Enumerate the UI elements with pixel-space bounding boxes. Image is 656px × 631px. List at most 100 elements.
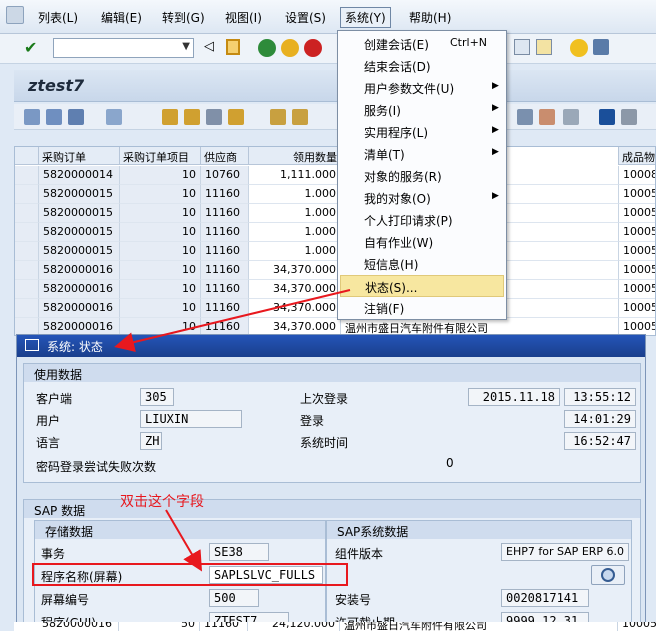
table-cell[interactable]: 50 — [119, 622, 200, 631]
table-cell[interactable]: 10 — [120, 223, 201, 242]
row-selector[interactable] — [15, 299, 39, 318]
table-cell[interactable]: 11160 — [201, 185, 249, 204]
column-header[interactable]: 供应商 — [201, 147, 249, 165]
subtotal-icon[interactable] — [292, 109, 308, 125]
menu-item[interactable]: 注销(F) — [340, 297, 504, 319]
table-cell[interactable]: 11160 — [201, 261, 249, 280]
menu-goto[interactable]: 转到(G) — [162, 9, 205, 26]
row-selector[interactable] — [15, 204, 39, 223]
row-selector[interactable] — [15, 166, 39, 185]
table-cell[interactable]: 10 — [120, 261, 201, 280]
table-cell[interactable]: 5820000016 — [38, 622, 119, 631]
table-cell[interactable]: 34,370.000 — [249, 299, 341, 318]
table-cell[interactable]: 5820000015 — [39, 223, 120, 242]
install-field[interactable]: 0020817141 — [501, 589, 589, 607]
menu-item[interactable]: 创建会话(E) Ctrl+N — [340, 33, 504, 55]
menu-view[interactable]: 视图(I) — [225, 9, 262, 26]
menu-item[interactable]: 个人打印请求(P) — [340, 209, 504, 231]
row-selector[interactable] — [15, 280, 39, 299]
user-field[interactable]: LIUXIN — [140, 410, 242, 428]
table-cell[interactable]: 10005 — [619, 204, 655, 223]
details-icon[interactable] — [24, 109, 40, 125]
sap-window-icon[interactable] — [6, 6, 24, 24]
table-cell[interactable]: 10 — [120, 280, 201, 299]
column-header[interactable]: 领用数量 — [249, 147, 341, 165]
table-cell[interactable]: 10008 — [619, 166, 655, 185]
table-cell[interactable]: 1.000 — [249, 185, 341, 204]
menu-item[interactable]: 结束会话(D) — [340, 55, 504, 77]
export-icon[interactable] — [539, 109, 555, 125]
row-selector[interactable] — [15, 223, 39, 242]
command-field[interactable]: ▼ — [53, 38, 194, 58]
row-selector[interactable] — [15, 242, 39, 261]
table-cell[interactable]: 5820000016 — [39, 261, 120, 280]
table-cell[interactable]: 10760 — [201, 166, 249, 185]
grid-select-all[interactable] — [15, 147, 39, 165]
table-cell[interactable]: 5820000015 — [39, 185, 120, 204]
menu-item[interactable]: 状态(S)... — [340, 275, 504, 297]
graphic-icon[interactable] — [563, 109, 579, 125]
enter-check-icon[interactable]: ✔ — [24, 38, 37, 57]
exit-icon[interactable] — [281, 39, 299, 57]
table-cell[interactable]: 1.000 — [249, 204, 341, 223]
column-header[interactable]: 采购订单项目 — [120, 147, 201, 165]
sort-asc-icon[interactable] — [162, 109, 178, 125]
menu-list[interactable]: 列表(L) — [38, 9, 78, 26]
table-cell[interactable]: 10005 — [619, 242, 655, 261]
last-login-date[interactable]: 2015.11.18 — [468, 388, 560, 406]
table-cell[interactable]: 5820000016 — [39, 299, 120, 318]
filter-icon[interactable] — [206, 109, 222, 125]
system-time[interactable]: 16:52:47 — [564, 432, 636, 450]
table-cell[interactable]: 34,370.000 — [249, 280, 341, 299]
menu-system[interactable]: 系统(Y) — [340, 7, 391, 28]
refresh-icon[interactable] — [68, 109, 84, 125]
cancel-icon[interactable] — [304, 39, 322, 57]
table-cell[interactable]: 1,111.000 — [249, 166, 341, 185]
table-cell[interactable]: 11160 — [201, 242, 249, 261]
menu-settings[interactable]: 设置(S) — [285, 9, 326, 26]
client-field[interactable]: 305 — [140, 388, 174, 406]
table-cell[interactable]: 1.000 — [249, 242, 341, 261]
menu-item[interactable]: 实用程序(L) ▶ — [340, 121, 504, 143]
table-cell[interactable]: 11160 — [201, 280, 249, 299]
table-cell[interactable]: 10 — [120, 242, 201, 261]
table-cell[interactable]: 24,120.000 — [248, 622, 340, 631]
table-cell[interactable]: 10 — [120, 185, 201, 204]
info-icon[interactable] — [599, 109, 615, 125]
customize-layout-icon[interactable] — [593, 39, 609, 55]
menu-help[interactable]: 帮助(H) — [409, 9, 451, 26]
last-login-time[interactable]: 13:55:12 — [564, 388, 636, 406]
menu-item[interactable]: 用户参数文件(U) ▶ — [340, 77, 504, 99]
table-cell[interactable]: 34,370.000 — [249, 261, 341, 280]
shortcut-icon[interactable] — [536, 39, 552, 55]
menu-item[interactable]: 对象的服务(R) — [340, 165, 504, 187]
back-arrow-icon[interactable]: ◁ — [204, 39, 214, 54]
component-field[interactable]: EHP7 for SAP ERP 6.0 — [501, 543, 629, 561]
menu-item[interactable]: 短信息(H) — [340, 253, 504, 275]
table-cell[interactable]: 10005 — [619, 223, 655, 242]
table-cell[interactable]: 11160 — [201, 299, 249, 318]
menu-edit[interactable]: 编辑(E) — [101, 9, 142, 26]
table-cell[interactable]: 11160 — [201, 223, 249, 242]
filter-delete-icon[interactable] — [228, 109, 244, 125]
menu-item[interactable]: 自有作业(W) — [340, 231, 504, 253]
select-all-icon[interactable] — [46, 109, 62, 125]
language-field[interactable]: ZH — [140, 432, 162, 450]
table-cell[interactable]: 11160 — [200, 622, 248, 631]
print-icon[interactable] — [621, 109, 637, 125]
help-icon[interactable] — [570, 39, 588, 57]
table-cell[interactable]: 1.000 — [249, 223, 341, 242]
chevron-down-icon[interactable]: ▼ — [182, 41, 190, 52]
sum-icon[interactable] — [270, 109, 286, 125]
table-cell[interactable]: 5820000015 — [39, 242, 120, 261]
dialog-title-bar[interactable]: 系统: 状态 — [17, 335, 645, 357]
menu-item[interactable]: 我的对象(O) ▶ — [340, 187, 504, 209]
table-cell[interactable]: 10005 — [619, 185, 655, 204]
screen-number-field[interactable]: 500 — [209, 589, 259, 607]
create-session-icon[interactable] — [514, 39, 530, 55]
table-cell[interactable]: 10 — [120, 299, 201, 318]
back-icon[interactable] — [258, 39, 276, 57]
row-selector[interactable] — [15, 185, 39, 204]
menu-item[interactable]: 清单(T) ▶ — [340, 143, 504, 165]
table-cell[interactable]: 5820000015 — [39, 204, 120, 223]
